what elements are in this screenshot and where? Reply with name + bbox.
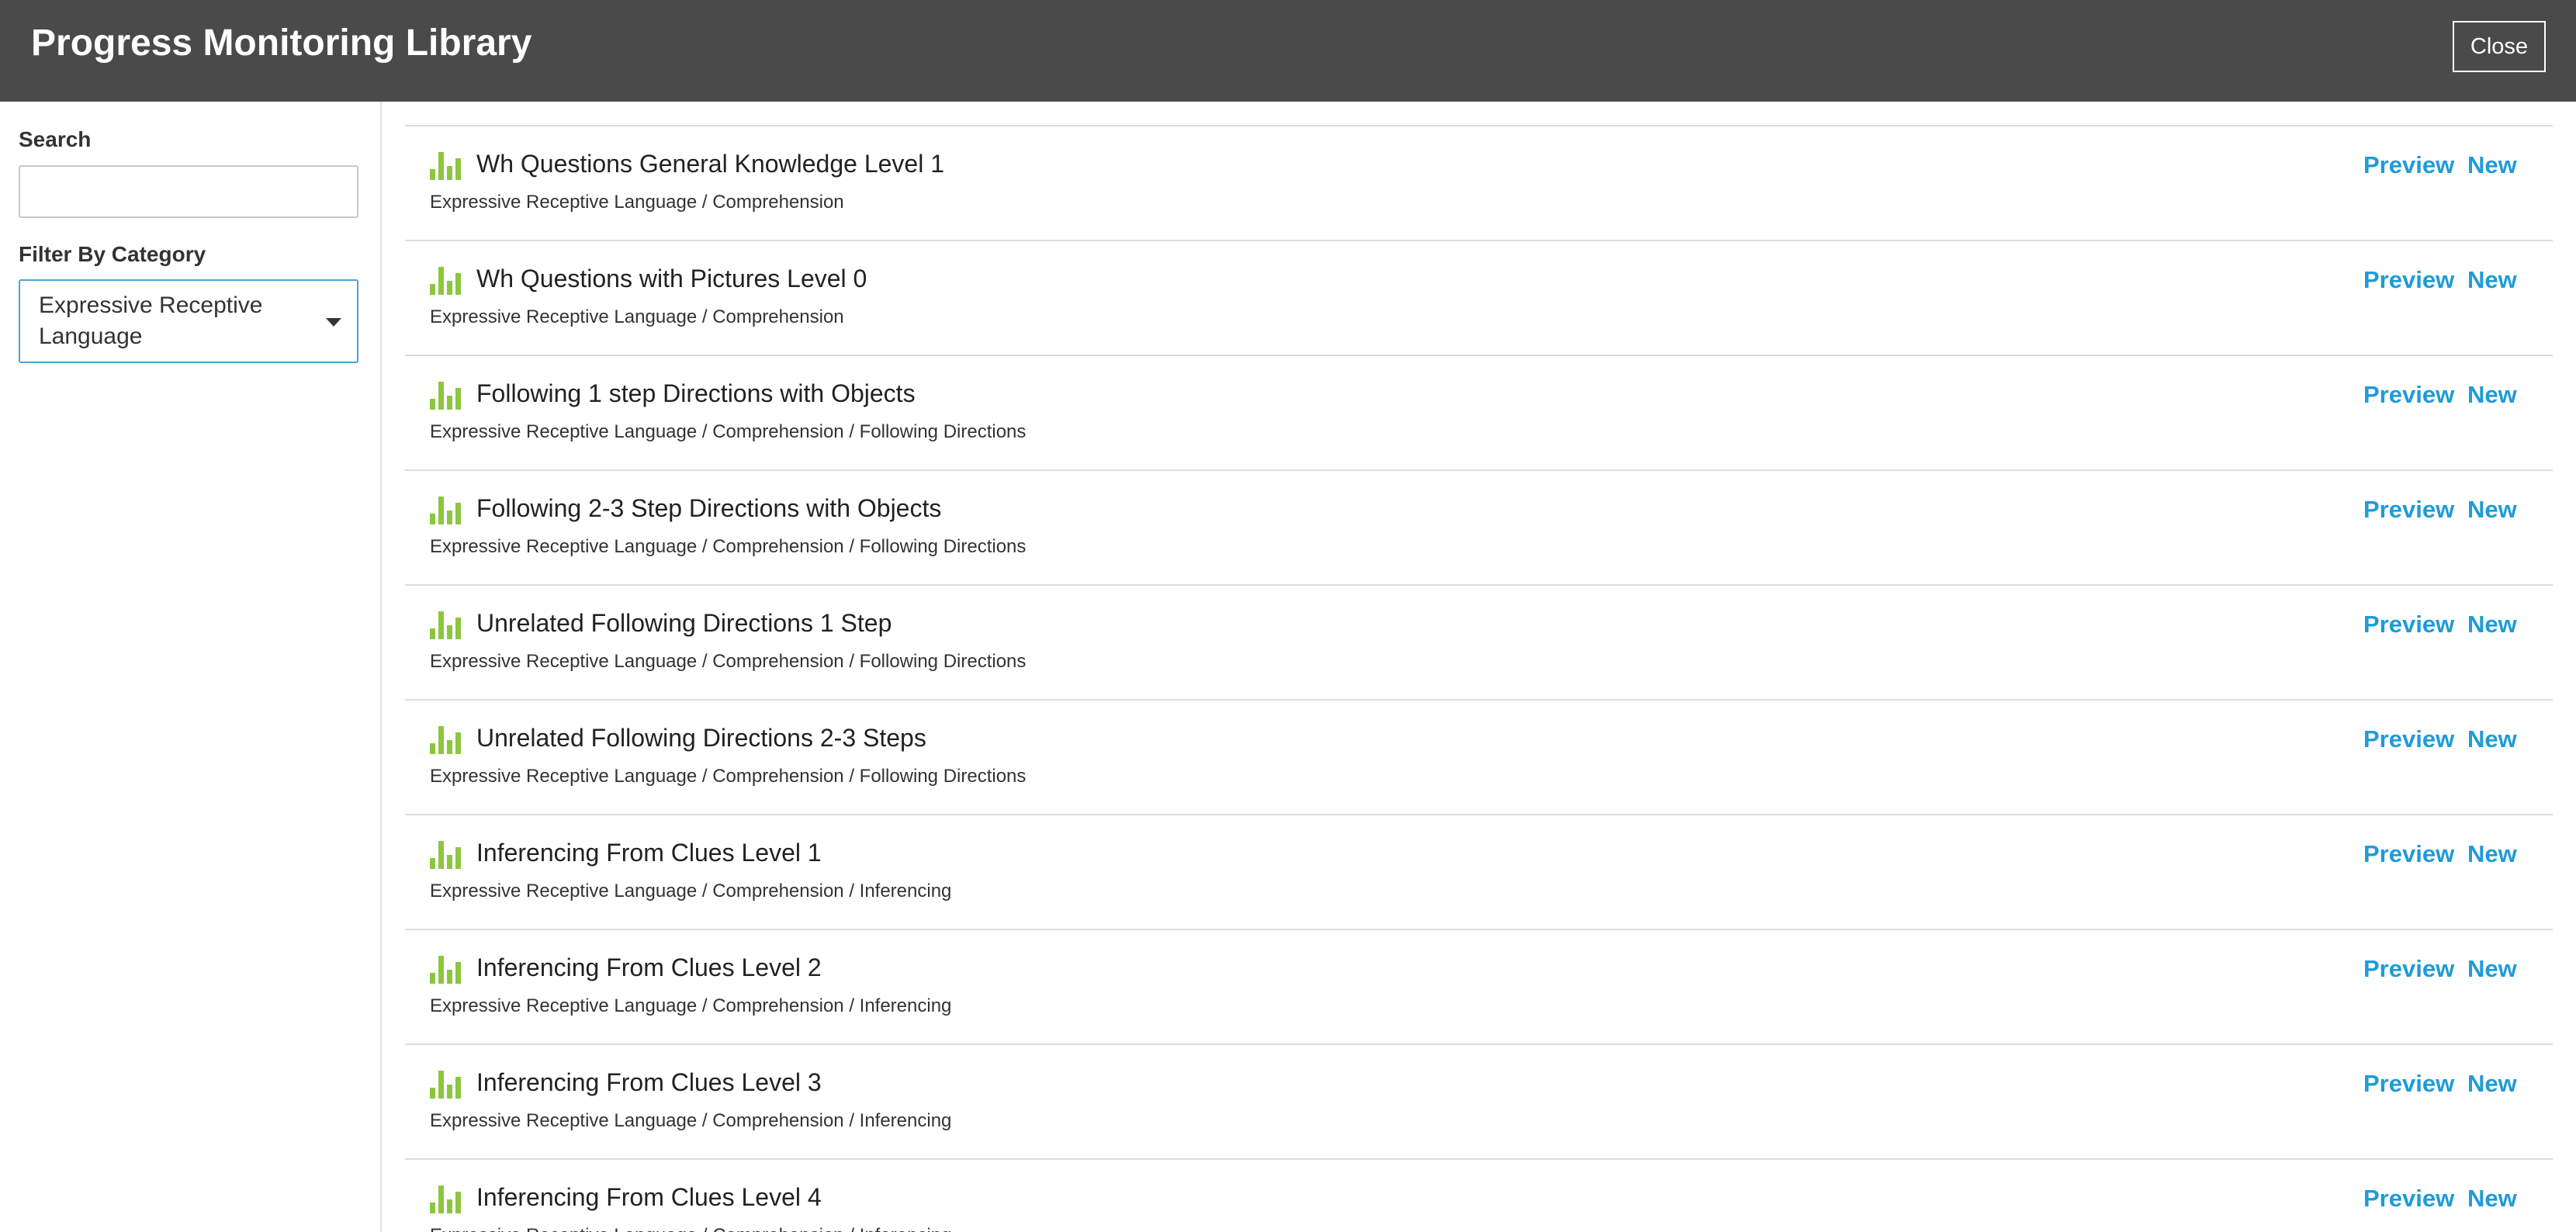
bar-chart-icon xyxy=(430,497,461,524)
preview-link[interactable]: Preview xyxy=(2363,150,2454,181)
sidebar: Search Filter By Category Expressive Rec… xyxy=(0,102,382,1232)
item-category-path: Expressive Receptive Language / Comprehe… xyxy=(430,421,1027,442)
item-title: Inferencing From Clues Level 2 xyxy=(476,953,822,981)
item-title: Inferencing From Clues Level 1 xyxy=(476,839,822,867)
list-item: Unrelated Following Directions 1 Step Ex… xyxy=(405,584,2553,699)
list-item: Wh Questions General Knowledge Level 1 E… xyxy=(405,125,2553,240)
item-category-path: Expressive Receptive Language / Comprehe… xyxy=(430,536,1027,557)
preview-link[interactable]: Preview xyxy=(2363,953,2454,985)
bar-chart-icon xyxy=(430,841,461,869)
list-item: Inferencing From Clues Level 4 Expressiv… xyxy=(405,1158,2553,1232)
item-title: Inferencing From Clues Level 4 xyxy=(476,1183,822,1211)
list-item: Unrelated Following Directions 2-3 Steps… xyxy=(405,699,2553,814)
bar-chart-icon xyxy=(430,382,461,410)
preview-link[interactable]: Preview xyxy=(2363,724,2454,755)
new-link[interactable]: New xyxy=(2467,953,2517,985)
bar-chart-icon xyxy=(430,956,461,984)
new-link[interactable]: New xyxy=(2467,265,2517,296)
close-button[interactable]: Close xyxy=(2453,21,2546,72)
preview-link[interactable]: Preview xyxy=(2363,1068,2454,1099)
preview-link[interactable]: Preview xyxy=(2363,839,2454,870)
category-select[interactable]: Expressive Receptive Language xyxy=(19,279,358,363)
item-category-path: Expressive Receptive Language / Comprehe… xyxy=(430,306,844,327)
preview-link[interactable]: Preview xyxy=(2363,265,2454,296)
category-selected-value: Expressive Receptive Language xyxy=(39,292,263,349)
list-item: Inferencing From Clues Level 1 Expressiv… xyxy=(405,814,2553,929)
search-input[interactable] xyxy=(19,165,358,218)
item-title: Unrelated Following Directions 2-3 Steps xyxy=(476,724,926,752)
item-category-path: Expressive Receptive Language / Comprehe… xyxy=(430,766,1027,787)
item-category-path: Expressive Receptive Language / Comprehe… xyxy=(430,1223,951,1232)
bar-chart-icon xyxy=(430,1071,461,1099)
item-title: Unrelated Following Directions 1 Step xyxy=(476,609,892,637)
bar-chart-icon xyxy=(430,1185,461,1213)
header-bar: Progress Monitoring Library Close xyxy=(0,0,2576,102)
item-category-path: Expressive Receptive Language / Comprehe… xyxy=(430,881,952,902)
library-list: Wh Questions General Knowledge Level 1 E… xyxy=(405,125,2553,1232)
bar-chart-icon xyxy=(430,611,461,639)
new-link[interactable]: New xyxy=(2467,494,2517,525)
list-item: Following 2-3 Step Directions with Objec… xyxy=(405,469,2553,584)
list-item: Following 1 step Directions with Objects… xyxy=(405,355,2553,469)
library-list-panel[interactable]: Wh Questions General Knowledge Level 1 E… xyxy=(382,102,2576,1232)
list-item: Wh Questions with Pictures Level 0 Expre… xyxy=(405,240,2553,355)
preview-link[interactable]: Preview xyxy=(2363,379,2454,410)
new-link[interactable]: New xyxy=(2467,150,2517,181)
new-link[interactable]: New xyxy=(2467,1068,2517,1099)
preview-link[interactable]: Preview xyxy=(2363,609,2454,640)
item-title: Wh Questions with Pictures Level 0 xyxy=(476,265,867,292)
new-link[interactable]: New xyxy=(2467,839,2517,870)
bar-chart-icon xyxy=(430,152,461,180)
preview-link[interactable]: Preview xyxy=(2363,494,2454,525)
item-category-path: Expressive Receptive Language / Comprehe… xyxy=(430,651,1027,672)
item-title: Inferencing From Clues Level 3 xyxy=(476,1068,822,1096)
new-link[interactable]: New xyxy=(2467,609,2517,640)
preview-link[interactable]: Preview xyxy=(2363,1183,2454,1214)
new-link[interactable]: New xyxy=(2467,724,2517,755)
new-link[interactable]: New xyxy=(2467,379,2517,410)
bar-chart-icon xyxy=(430,726,461,754)
list-item: Inferencing From Clues Level 2 Expressiv… xyxy=(405,929,2553,1043)
item-category-path: Expressive Receptive Language / Comprehe… xyxy=(430,995,952,1016)
page-title: Progress Monitoring Library xyxy=(31,22,532,64)
bar-chart-icon xyxy=(430,267,461,295)
chevron-down-icon xyxy=(326,318,341,327)
item-category-path: Expressive Receptive Language / Comprehe… xyxy=(430,1110,952,1131)
search-label: Search xyxy=(19,127,92,151)
item-title: Following 1 step Directions with Objects xyxy=(476,379,916,407)
new-link[interactable]: New xyxy=(2467,1183,2517,1214)
list-item: Inferencing From Clues Level 3 Expressiv… xyxy=(405,1043,2553,1158)
item-title: Following 2-3 Step Directions with Objec… xyxy=(476,494,942,522)
item-title: Wh Questions General Knowledge Level 1 xyxy=(476,150,945,178)
filter-category-label: Filter By Category xyxy=(19,242,206,266)
item-category-path: Expressive Receptive Language / Comprehe… xyxy=(430,192,844,213)
